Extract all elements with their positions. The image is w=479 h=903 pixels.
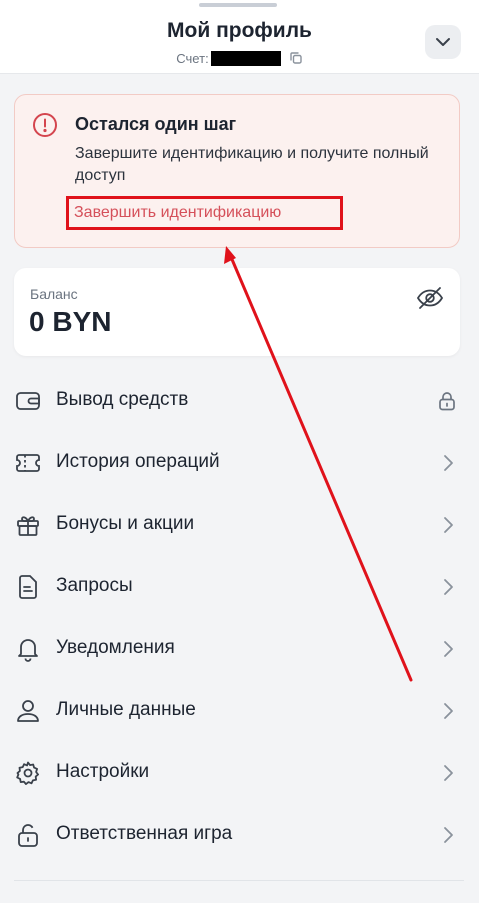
chevron-right-icon <box>440 454 456 472</box>
menu-item-withdrawal[interactable]: Вывод средств <box>0 370 479 432</box>
chevron-right-icon <box>440 578 456 596</box>
gear-icon <box>15 760 41 786</box>
chevron-right-icon <box>440 702 456 720</box>
bell-icon <box>15 636 41 662</box>
identification-alert: Остался один шаг Завершите идентификацию… <box>14 94 460 248</box>
menu-item-bonuses[interactable]: Бонусы и акции <box>0 494 479 556</box>
menu-item-notifications[interactable]: Уведомления <box>0 618 479 680</box>
account-row: Счет: <box>0 50 479 66</box>
chevron-right-icon <box>440 826 456 844</box>
complete-identification-link[interactable]: Завершить идентификацию <box>66 196 343 230</box>
chevron-right-icon <box>440 764 456 782</box>
menu-item-settings[interactable]: Настройки <box>0 742 479 804</box>
alert-text: Завершите идентификацию и получите полны… <box>75 145 429 184</box>
chevron-right-icon <box>440 516 456 534</box>
gift-icon <box>15 512 41 538</box>
menu-item-history[interactable]: История операций <box>0 432 479 494</box>
lock-icon <box>436 390 458 412</box>
menu-item-label: Ответственная игра <box>56 823 233 844</box>
menu-item-label: Запросы <box>56 575 133 596</box>
menu-item-label: Вывод средств <box>56 389 189 410</box>
account-label: Счет: <box>176 50 209 66</box>
document-icon <box>15 574 41 600</box>
menu-item-label: Уведомления <box>56 637 175 658</box>
balance-label: Баланс <box>30 286 78 302</box>
ticket-icon <box>15 450 41 476</box>
page-title: Мой профиль <box>167 19 312 42</box>
menu-item-label: Личные данные <box>56 699 196 720</box>
collapse-button[interactable] <box>425 25 461 59</box>
profile-header: Мой профиль Счет: <box>0 0 479 74</box>
menu-item-label: История операций <box>56 451 220 472</box>
copy-icon[interactable] <box>289 51 303 65</box>
wallet-icon <box>15 388 41 414</box>
menu-item-personal-data[interactable]: Личные данные <box>0 680 479 742</box>
alert-circle-icon <box>32 112 58 138</box>
alert-title: Остался один шаг <box>75 114 237 134</box>
drag-handle[interactable] <box>199 3 277 7</box>
eye-off-icon[interactable] <box>416 286 444 310</box>
menu-item-requests[interactable]: Запросы <box>0 556 479 618</box>
chevron-right-icon <box>440 640 456 658</box>
unlock-icon <box>15 822 41 848</box>
divider <box>14 880 464 881</box>
balance-value: 0 BYN <box>29 306 112 337</box>
menu-item-label: Настройки <box>56 761 150 782</box>
user-icon <box>15 698 41 724</box>
menu-item-responsible-gaming[interactable]: Ответственная игра <box>0 804 479 866</box>
account-number-redacted <box>210 50 281 66</box>
chevron-down-icon <box>436 38 450 46</box>
menu-item-label: Бонусы и акции <box>56 513 195 534</box>
balance-card: Баланс 0 BYN <box>14 268 460 356</box>
